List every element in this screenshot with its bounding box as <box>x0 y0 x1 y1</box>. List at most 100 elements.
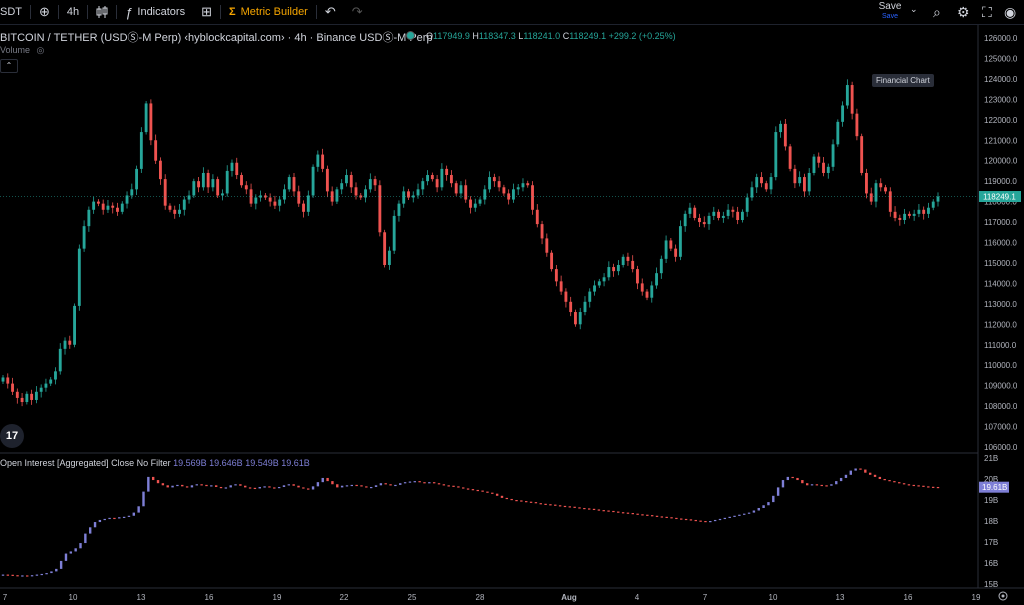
close-value: 118249.1 <box>569 31 607 41</box>
oi-candle <box>428 482 431 484</box>
candle-body <box>616 264 620 272</box>
candle-body <box>659 258 663 274</box>
oi-candle <box>437 483 441 485</box>
oi-candle <box>205 484 208 487</box>
oi-candle <box>147 476 150 492</box>
oi-candle <box>820 484 823 487</box>
sigma-icon: Σ <box>229 6 236 18</box>
candle-body <box>392 215 396 251</box>
fullscreen-icon[interactable]: ⛶ <box>982 4 992 21</box>
candle-body <box>721 215 725 218</box>
collapse-legend-button[interactable]: ⌃ <box>0 59 18 73</box>
indicators-button[interactable]: ƒ Indicators <box>117 0 193 24</box>
oi-candle <box>888 480 891 482</box>
redo-button[interactable]: ↷ <box>344 0 371 24</box>
compare-button[interactable]: ⊕ <box>31 0 58 24</box>
save-button[interactable]: Save Save <box>874 2 906 22</box>
gear-icon[interactable]: ⚙ <box>957 4 970 21</box>
oi-candle <box>30 575 34 577</box>
metric-builder-button[interactable]: Σ Metric Builder <box>221 0 316 24</box>
oi-candle <box>883 479 886 481</box>
time-tick-label: 7 <box>3 593 8 602</box>
oi-candle <box>244 485 247 488</box>
candle-body <box>593 285 596 292</box>
price-tick-label: 119000.0 <box>984 177 1017 186</box>
candle-body <box>865 172 868 194</box>
candle-body <box>702 222 706 225</box>
price-tick-label: 124000.0 <box>984 75 1018 84</box>
oi-axis[interactable]: 21B20B19B18B17B16B15B <box>984 454 998 589</box>
volume-legend[interactable]: Volume ◎ <box>0 45 44 56</box>
oi-candle <box>878 476 882 479</box>
price-tick-label: 113000.0 <box>984 300 1017 309</box>
oi-candle <box>525 501 528 503</box>
oi-candle <box>796 477 799 481</box>
candle-body <box>68 340 72 345</box>
oi-candle <box>902 483 906 485</box>
candle-body <box>402 191 406 204</box>
oi-candle <box>258 486 261 489</box>
oi-candle <box>462 487 465 489</box>
candle-body <box>583 301 587 313</box>
price-tick-label: 115000.0 <box>984 259 1017 268</box>
oi-candle <box>399 483 402 485</box>
oi-candle <box>568 506 572 508</box>
candle-body <box>459 185 463 194</box>
quick-search-icon[interactable]: ⌕ <box>933 4 941 21</box>
candle-body <box>283 189 286 200</box>
candles-icon <box>96 6 108 18</box>
candle-body <box>449 175 453 184</box>
market-status-dot[interactable] <box>406 31 415 40</box>
interval-button[interactable]: 4h <box>59 0 87 24</box>
oi-candle <box>684 518 688 521</box>
undo-button[interactable]: ↶ <box>317 0 344 24</box>
candle-body <box>683 213 687 227</box>
oi-value-1: 19.569B <box>173 458 207 468</box>
chevron-down-icon[interactable]: ⌄ <box>910 4 918 15</box>
symbol-legend[interactable]: BITCOIN / TETHER (USDⓈ-M Perp) ‹hyblockc… <box>0 29 433 45</box>
candle-body <box>82 226 86 249</box>
candle-body <box>383 232 387 265</box>
camera-icon[interactable]: ◉ <box>1004 4 1016 21</box>
eye-hidden-icon[interactable]: ◎ <box>37 45 45 55</box>
candle-body <box>664 240 668 259</box>
oi-tick-label: 18B <box>984 517 998 526</box>
time-axis[interactable]: 7 10 13 16 19 22 25 28 Aug 4 7 10 13 16 19 <box>3 593 981 602</box>
oi-candle <box>728 516 731 518</box>
chart-canvas[interactable]: 126000.0 125000.0 124000.0 123000.0 122000.0… <box>0 0 1024 605</box>
oi-candle <box>713 519 717 522</box>
oi-candle <box>563 505 567 508</box>
oi-candle <box>171 485 174 488</box>
oi-candle <box>500 495 504 498</box>
financial-chart-tooltip: Financial Chart <box>872 74 934 87</box>
candle-body <box>368 179 372 190</box>
high-value: 118347.3 <box>478 31 516 41</box>
layouts-button[interactable]: ⊞ <box>193 0 220 24</box>
price-axis[interactable]: 126000.0 125000.0 124000.0 123000.0 122000.0… <box>984 34 1018 452</box>
oi-candle <box>316 482 320 487</box>
symbol-search[interactable]: SDT <box>0 0 30 24</box>
oi-candle <box>898 482 901 484</box>
candle-body <box>192 181 196 196</box>
oi-candle <box>151 476 155 481</box>
oi-legend[interactable]: Open Interest [Aggregated] Close No Filt… <box>0 458 310 468</box>
oi-candle <box>26 575 29 577</box>
chart-type-button[interactable] <box>88 0 116 24</box>
settings-gear-bottom[interactable] <box>998 591 1008 601</box>
oi-candle <box>859 468 862 470</box>
tradingview-logo[interactable]: 17 <box>0 424 24 448</box>
candle-body <box>11 383 14 392</box>
open-value: 117949.9 <box>433 31 470 41</box>
oi-candle <box>757 507 760 511</box>
candle-body <box>297 191 301 204</box>
candle-body <box>602 277 606 282</box>
time-tick-label: 25 <box>408 593 417 602</box>
candle-body <box>244 185 248 190</box>
oi-candle <box>723 517 727 520</box>
candle-body <box>931 201 935 208</box>
candle-body <box>139 132 143 169</box>
price-tick-label: 109000.0 <box>984 382 1018 391</box>
candle-body <box>760 177 763 184</box>
candle-body <box>678 226 682 257</box>
symbol-label: SDT <box>0 6 22 18</box>
